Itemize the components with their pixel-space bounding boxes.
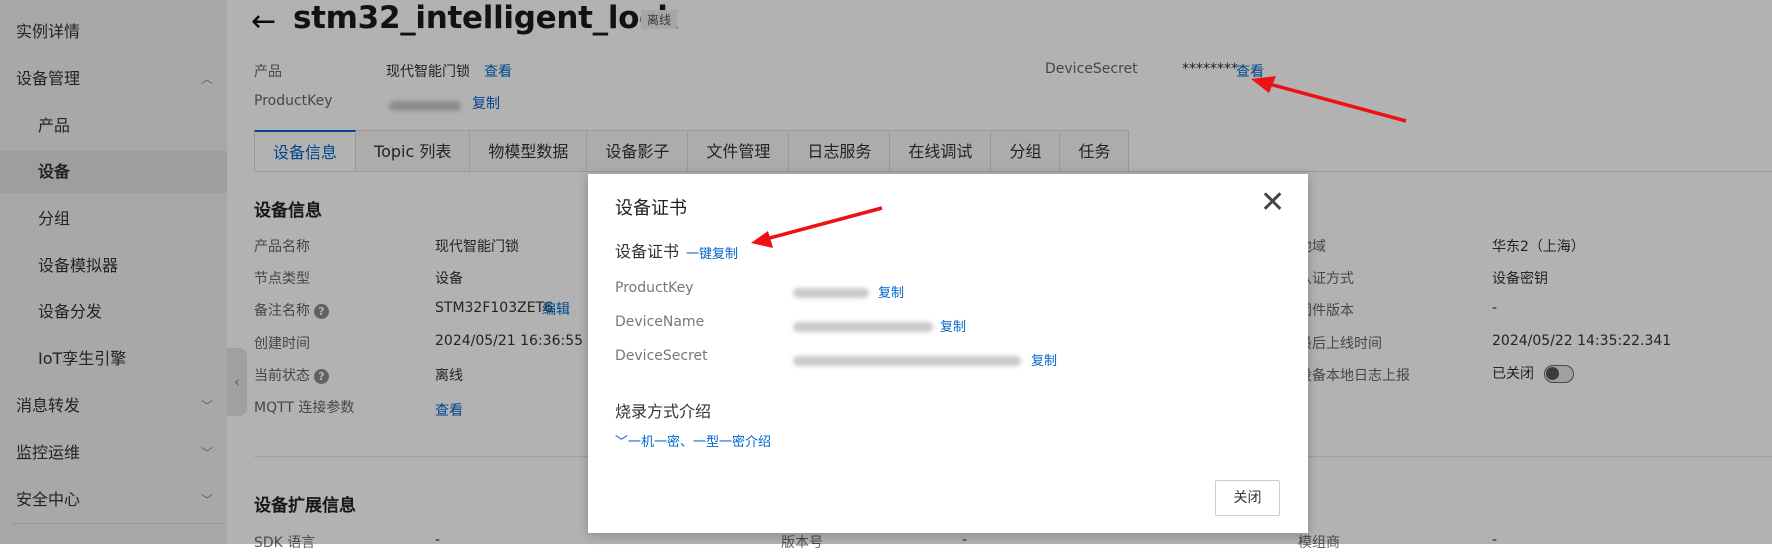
chevron-down-icon: ﹀ (615, 435, 629, 450)
burn-method-expand-link[interactable]: ﹀一机一密、一型一密介绍 (615, 431, 771, 450)
burn-method-link-text: 一机一密、一型一密介绍 (628, 435, 772, 450)
certificate-section-title: 设备证书 (615, 242, 680, 261)
devicesecret-copy-link[interactable]: 复制 (1031, 350, 1057, 369)
devicename-copy-link[interactable]: 复制 (940, 316, 966, 335)
productkey-copy-link[interactable]: 复制 (878, 282, 904, 301)
device-certificate-dialog: 设备证书 ✕ 设备证书 一键复制 ProductKey 复制 DeviceNam… (588, 174, 1308, 533)
burn-method-title: 烧录方式介绍 (615, 402, 712, 421)
devicesecret-value-blurred (793, 350, 1021, 369)
copy-all-link[interactable]: 一键复制 (686, 243, 738, 262)
dialog-title: 设备证书 (615, 198, 687, 219)
cert-field-label: ProductKey (615, 280, 694, 296)
close-button[interactable]: 关闭 (1215, 480, 1280, 516)
productkey-value-blurred (793, 282, 869, 301)
devicename-value-blurred (793, 316, 933, 335)
cert-field-label: DeviceSecret (615, 348, 708, 364)
cert-field-label: DeviceName (615, 314, 705, 330)
close-icon[interactable]: ✕ (1260, 188, 1285, 218)
